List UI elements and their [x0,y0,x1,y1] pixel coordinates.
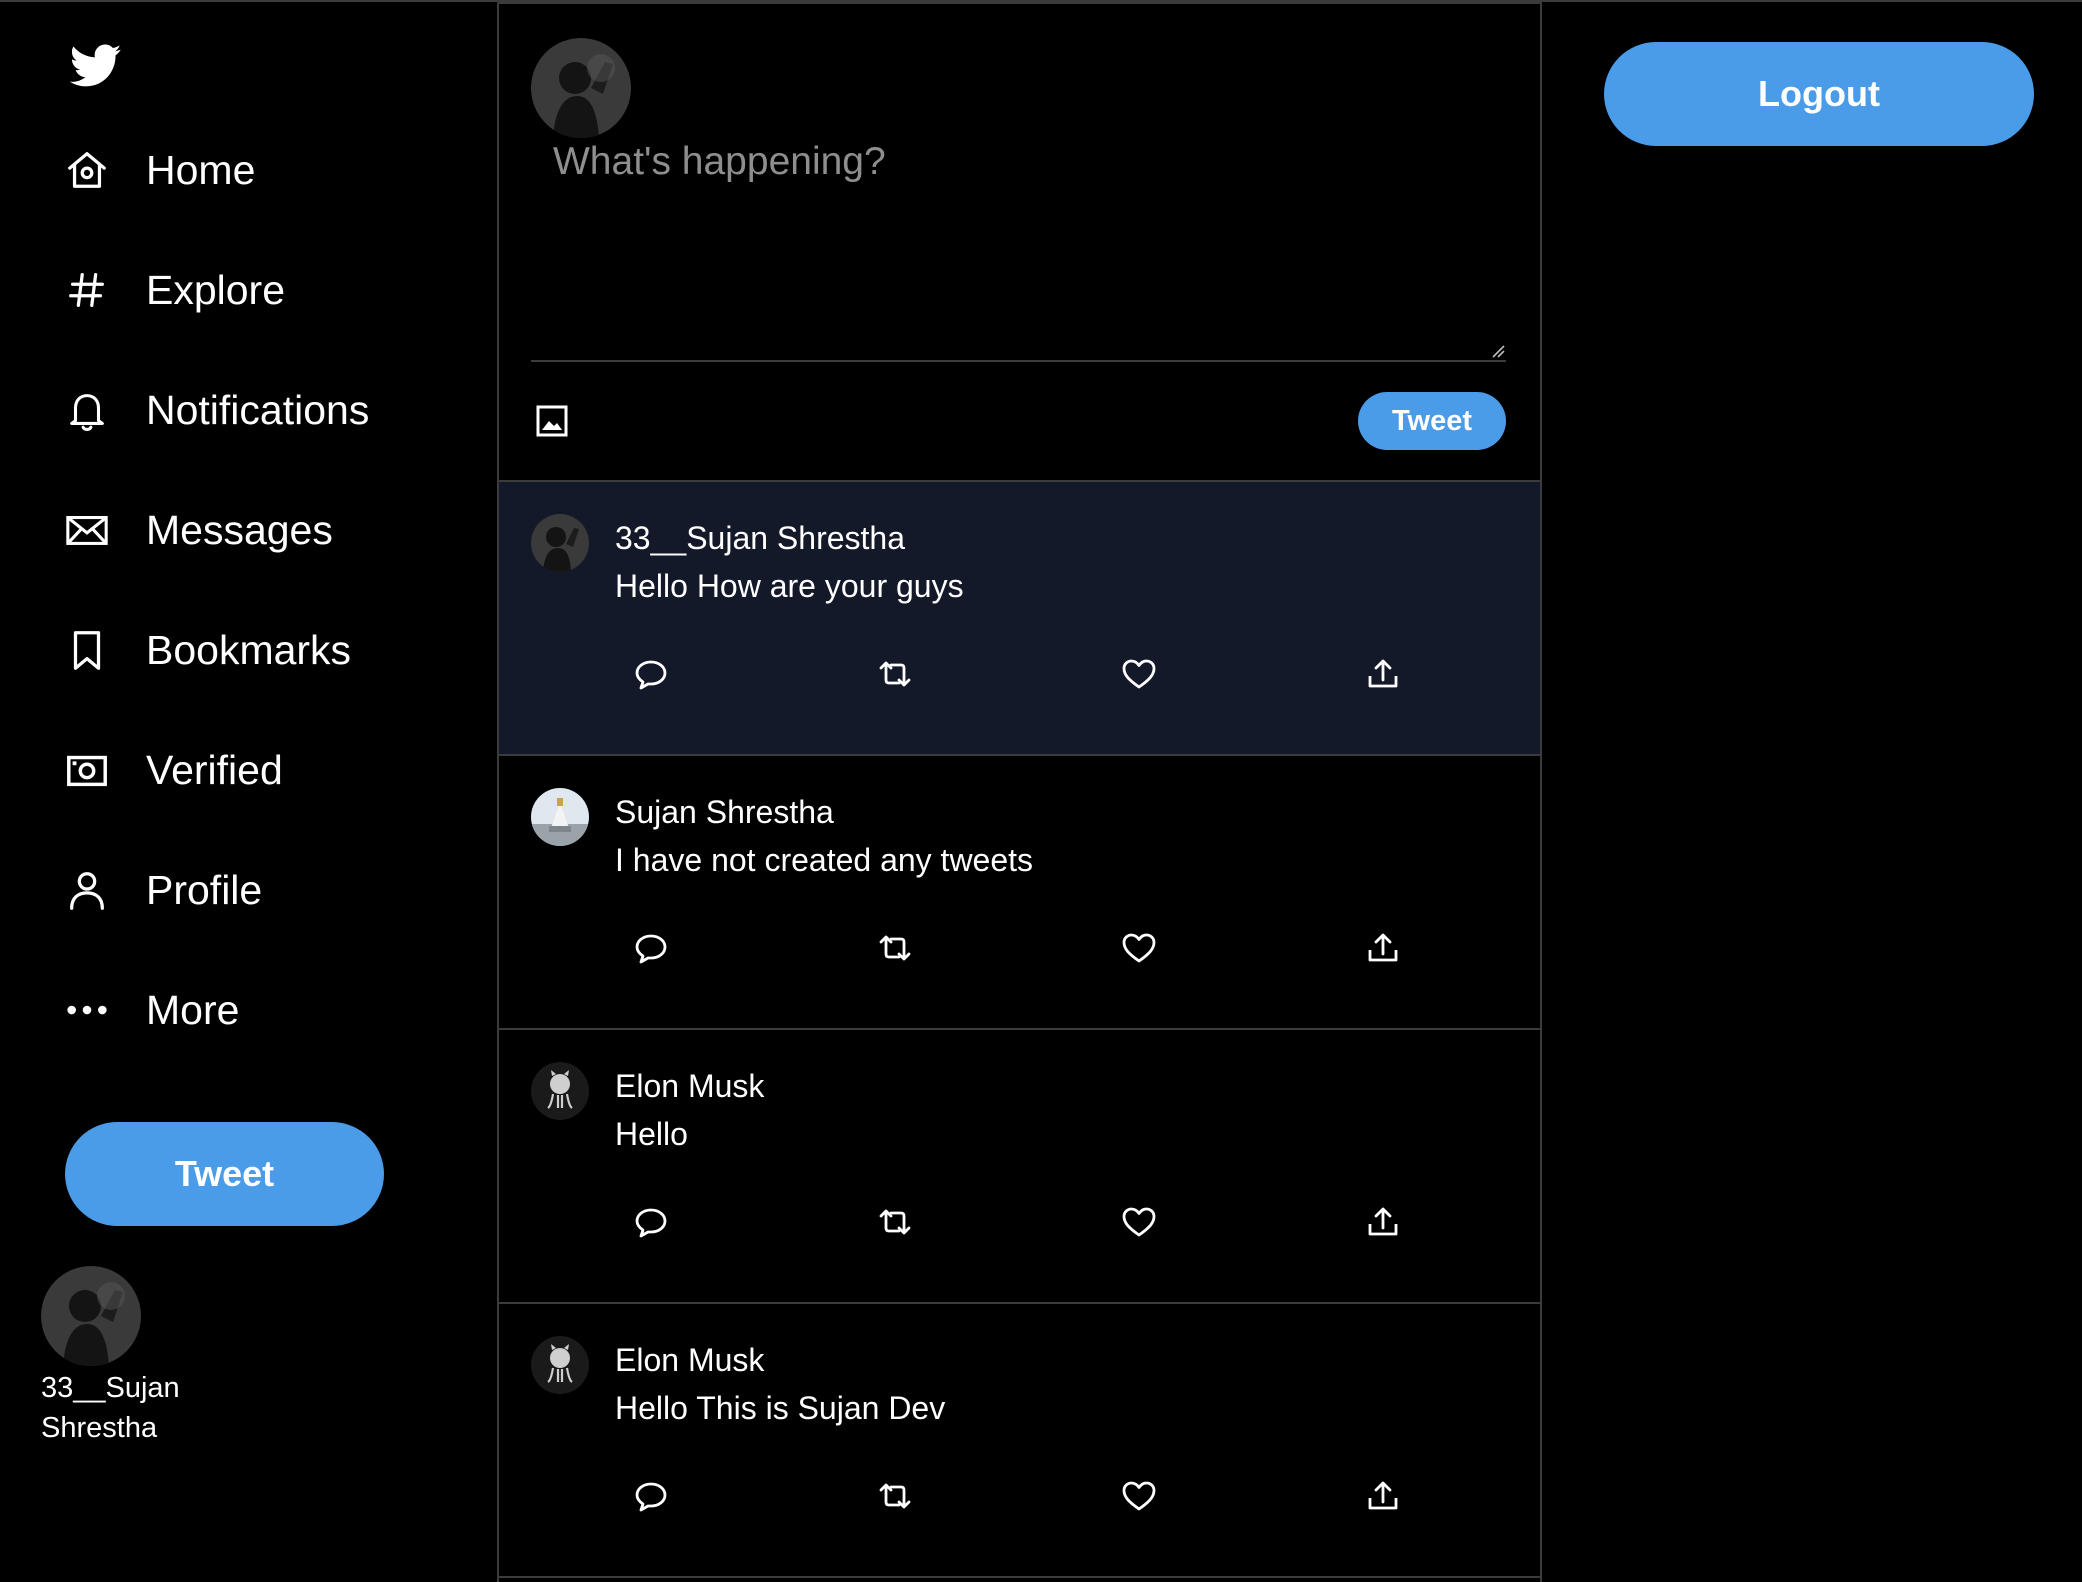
sidebar-tweet-button[interactable]: Tweet [65,1122,384,1226]
avatar [531,38,631,138]
nav-item-label: Home [146,146,256,193]
person-icon [62,865,112,915]
current-user-name: 33__Sujan Shrestha [41,1372,180,1444]
tweet-text: I have not created any tweets [615,842,1034,878]
reply-icon[interactable] [629,652,673,696]
tweet-author-name[interactable]: Elon Musk [615,1068,764,1105]
avatar[interactable] [531,1062,589,1120]
nav-item-verified[interactable]: Verified [62,730,283,810]
share-icon[interactable] [1361,1200,1405,1244]
heart-icon[interactable] [1117,1200,1161,1244]
tweet-actions [499,652,1540,698]
retweet-icon[interactable] [873,926,917,970]
nav-item-label: Notifications [146,386,370,433]
retweet-icon[interactable] [873,1200,917,1244]
home-icon [62,145,112,195]
composer-tweet-button[interactable]: Tweet [1358,392,1506,450]
nav-item-more[interactable]: More [62,970,239,1050]
app-root: Home Explore Notifications Messages Book… [0,0,2082,1582]
nav-item-home[interactable]: Home [62,130,255,210]
heart-icon[interactable] [1117,926,1161,970]
tweet-actions [499,1200,1540,1246]
reply-icon[interactable] [629,1200,673,1244]
tweet-list: 33__Sujan Shrestha Hello How are your gu… [499,482,1540,1578]
share-icon[interactable] [1361,1474,1405,1518]
retweet-icon[interactable] [873,652,917,696]
nav-item-label: Bookmarks [146,626,352,673]
image-upload-icon[interactable] [535,404,569,438]
tweet-author-name[interactable]: 33__Sujan Shrestha [615,520,905,557]
avatar[interactable] [41,1266,141,1366]
reply-icon[interactable] [629,926,673,970]
verified-icon [62,745,112,795]
nav-item-label: More [146,986,240,1033]
tweet-text: Hello This is Sujan Dev [615,1390,946,1426]
retweet-icon[interactable] [873,1474,917,1518]
nav-item-label: Explore [146,266,286,313]
tweet-author-name[interactable]: Elon Musk [615,1342,764,1379]
avatar[interactable] [531,788,589,846]
reply-icon[interactable] [629,1474,673,1518]
nav-item-label: Messages [146,506,333,553]
tweet-author-name[interactable]: Sujan Shrestha [615,794,834,831]
twitter-bird-icon[interactable] [69,44,122,88]
tweet-card[interactable]: 33__Sujan Shrestha Hello How are your gu… [499,482,1540,756]
avatar[interactable] [531,514,589,572]
nav-item-messages[interactable]: Messages [62,490,333,570]
heart-icon[interactable] [1117,1474,1161,1518]
resize-grip-icon[interactable] [1491,344,1505,358]
heart-icon[interactable] [1117,652,1161,696]
hashtag-icon [62,265,112,315]
logout-button[interactable]: Logout [1604,42,2034,146]
bell-icon [62,385,112,435]
nav-item-explore[interactable]: Explore [62,250,285,330]
tweet-card[interactable]: Sujan Shrestha I have not created any tw… [499,756,1540,1030]
nav-item-label: Profile [146,866,263,913]
avatar[interactable] [531,1336,589,1394]
more-dots-icon [62,985,112,1035]
tweet-card[interactable]: Elon Musk Hello [499,1030,1540,1304]
tweet-text: Hello How are your guys [615,568,964,604]
nav-item-profile[interactable]: Profile [62,850,262,930]
tweet-actions [499,926,1540,972]
tweet-card[interactable]: Elon Musk Hello This is Sujan Dev [499,1304,1540,1578]
sidebar: Home Explore Notifications Messages Book… [0,0,496,1582]
nav-item-bookmarks[interactable]: Bookmarks [62,610,351,690]
bookmark-icon [62,625,112,675]
share-icon[interactable] [1361,926,1405,970]
tweet-actions [499,1474,1540,1520]
tweet-text: Hello [615,1116,688,1152]
tweet-compose-input[interactable] [531,130,1506,362]
nav-item-label: Verified [146,746,283,793]
share-icon[interactable] [1361,652,1405,696]
nav-item-notifications[interactable]: Notifications [62,370,369,450]
envelope-icon [62,505,112,555]
tweet-composer: Tweet [499,4,1540,482]
feed: Tweet 33__Sujan Shrestha Hello How are y… [497,2,1542,1582]
